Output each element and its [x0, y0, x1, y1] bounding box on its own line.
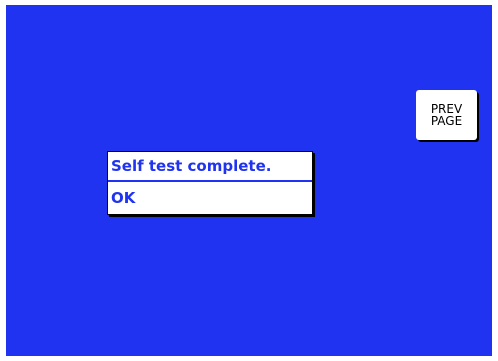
- prev-page-label-line2: PAGE: [430, 114, 463, 128]
- prev-page-button[interactable]: PREV PAGE: [416, 90, 477, 140]
- ok-button[interactable]: OK: [108, 182, 312, 214]
- device-screen: PREV PAGE Self test complete. OK: [6, 5, 492, 356]
- self-test-dialog: Self test complete. OK: [107, 151, 313, 215]
- dialog-message: Self test complete.: [108, 152, 312, 182]
